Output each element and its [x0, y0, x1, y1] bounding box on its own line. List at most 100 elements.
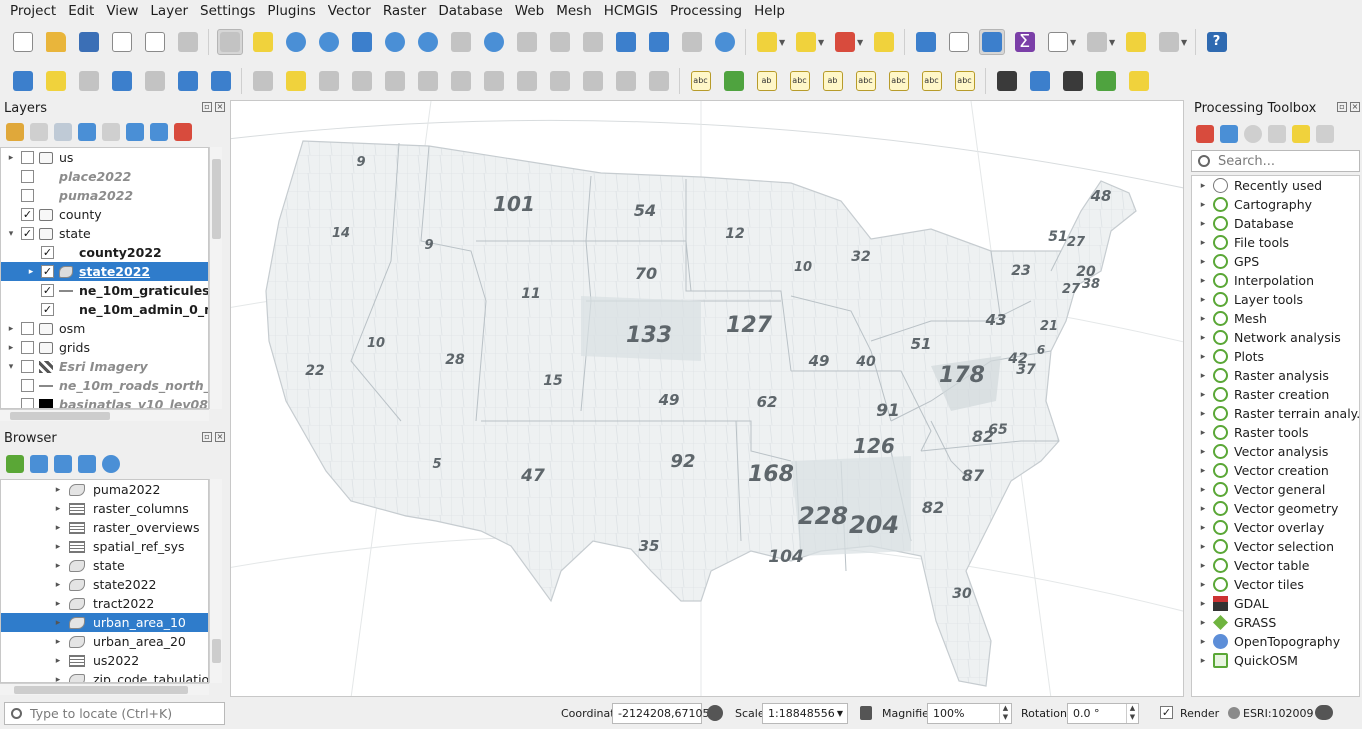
expand-arrow-icon[interactable]: ▸: [53, 504, 63, 514]
expand-arrow-icon[interactable]: ▸: [53, 561, 63, 571]
expand-arrow-icon[interactable]: ▸: [1198, 390, 1208, 400]
processing-search-input[interactable]: Search...: [1191, 150, 1360, 172]
filter-expression-icon[interactable]: [102, 123, 120, 141]
processing-group-item[interactable]: ▸ Raster tools: [1192, 423, 1359, 442]
remove-layer-icon[interactable]: [174, 123, 192, 141]
layer-item[interactable]: ▸ osm: [1, 319, 208, 338]
expand-arrow-icon[interactable]: ▸: [53, 618, 63, 628]
processing-group-item[interactable]: ▸ Interpolation: [1192, 271, 1359, 290]
layer-visibility-checkbox[interactable]: [21, 360, 34, 373]
layer-visibility-checkbox[interactable]: [21, 341, 34, 354]
chevron-down-icon[interactable]: ▼: [1070, 38, 1078, 47]
zoom-in-button[interactable]: [283, 29, 309, 55]
processing-group-item[interactable]: ▸ Recently used: [1192, 176, 1359, 195]
processing-group-item[interactable]: ▸ GRASS: [1192, 613, 1359, 632]
zoom-next-button[interactable]: [514, 29, 540, 55]
expand-arrow-icon[interactable]: ▸: [1198, 523, 1208, 533]
zoom-native-button[interactable]: [448, 29, 474, 55]
layout-manager-button[interactable]: [142, 29, 168, 55]
expand-arrow-icon[interactable]: ▾: [6, 362, 16, 372]
open-attribute-table-button[interactable]: [946, 29, 972, 55]
processing-group-item[interactable]: ▸ Raster creation: [1192, 385, 1359, 404]
redo-button[interactable]: [646, 68, 672, 94]
modify-attributes-button[interactable]: [448, 68, 474, 94]
expand-arrow-icon[interactable]: ▸: [1198, 428, 1208, 438]
layer-item[interactable]: ▾ Esri Imagery: [1, 357, 208, 376]
expand-arrow-icon[interactable]: ▸: [1198, 409, 1208, 419]
layer-visibility-checkbox[interactable]: ✓: [41, 284, 54, 297]
expand-arrow-icon[interactable]: ▸: [1198, 238, 1208, 248]
python-console-button[interactable]: [1027, 68, 1053, 94]
open-project-button[interactable]: [43, 29, 69, 55]
expand-arrow-icon[interactable]: ▸: [1198, 504, 1208, 514]
expand-arrow-icon[interactable]: ▸: [1198, 447, 1208, 457]
expand-arrow-icon[interactable]: ▸: [1198, 466, 1208, 476]
expand-arrow-icon[interactable]: ▸: [1198, 371, 1208, 381]
open-field-calculator-button[interactable]: [1045, 29, 1071, 55]
expand-arrow-icon[interactable]: ▸: [1198, 618, 1208, 628]
style-panel-icon[interactable]: [6, 123, 24, 141]
zoom-to-selection-button[interactable]: [382, 29, 408, 55]
map-tips-button[interactable]: [1123, 29, 1149, 55]
menu-layer[interactable]: Layer: [144, 0, 194, 22]
temporal-controller-button[interactable]: [679, 29, 705, 55]
expand-arrow-icon[interactable]: ▸: [1198, 257, 1208, 267]
close-icon[interactable]: ×: [1350, 102, 1360, 112]
browser-item[interactable]: ▸ urban_area_10: [1, 613, 208, 632]
new-3d-view-button[interactable]: [580, 29, 606, 55]
collapse-all-icon[interactable]: [150, 123, 168, 141]
layer-item[interactable]: basinatlas_v10_lev08_vorc: [1, 395, 208, 408]
layer-item[interactable]: ✓ ne_10m_admin_0_ma: [1, 300, 208, 319]
chevron-down-icon[interactable]: ▼: [1181, 38, 1189, 47]
new-shapefile-button[interactable]: [76, 68, 102, 94]
processing-group-item[interactable]: ▸ Cartography: [1192, 195, 1359, 214]
locator-search-input[interactable]: Type to locate (Ctrl+K): [4, 702, 225, 725]
expand-arrow-icon[interactable]: ▸: [6, 153, 16, 163]
layer-item[interactable]: ✓ county2022: [1, 243, 208, 262]
processing-group-item[interactable]: ▸ Network analysis: [1192, 328, 1359, 347]
layer-visibility-checkbox[interactable]: ✓: [41, 246, 54, 259]
map-canvas[interactable]: 9 101 54 12 48 14 9 70 10 32 51 27 23 20 27 38 11 133 127 4…: [230, 100, 1184, 697]
layer-visibility-checkbox[interactable]: [21, 398, 34, 408]
select-features-button[interactable]: [754, 29, 780, 55]
cut-features-button[interactable]: [514, 68, 540, 94]
menu-mesh[interactable]: Mesh: [550, 0, 598, 22]
coordinate-field[interactable]: -2124208,671058: [612, 703, 716, 724]
add-feature-button[interactable]: [382, 68, 408, 94]
menu-view[interactable]: View: [100, 0, 144, 22]
processing-group-item[interactable]: ▸ QuickOSM: [1192, 651, 1359, 670]
expand-arrow-icon[interactable]: ▸: [53, 637, 63, 647]
history-icon[interactable]: [1244, 125, 1262, 143]
measure-button[interactable]: [1084, 29, 1110, 55]
undo-button[interactable]: [613, 68, 639, 94]
expand-arrow-icon[interactable]: ▸: [26, 267, 36, 277]
processing-group-item[interactable]: ▸ Vector general: [1192, 480, 1359, 499]
messages-icon[interactable]: [1315, 705, 1333, 720]
zoom-full-button[interactable]: [349, 29, 375, 55]
layer-item[interactable]: ▸ us: [1, 148, 208, 167]
expand-arrow-icon[interactable]: ▸: [1198, 295, 1208, 305]
expand-arrow-icon[interactable]: ▸: [6, 343, 16, 353]
expand-arrow-icon[interactable]: ▸: [1198, 542, 1208, 552]
layer-diagram-button[interactable]: [721, 68, 747, 94]
processing-group-item[interactable]: ▸ Vector selection: [1192, 537, 1359, 556]
expand-arrow-icon[interactable]: ▸: [6, 324, 16, 334]
zoom-last-button[interactable]: [481, 29, 507, 55]
show-hide-labels-button[interactable]: abc: [853, 68, 879, 94]
move-label-button[interactable]: ab: [820, 68, 846, 94]
layer-item[interactable]: ✓ county: [1, 205, 208, 224]
layer-visibility-checkbox[interactable]: [21, 189, 34, 202]
browser-item[interactable]: ▸ urban_area_20: [1, 632, 208, 651]
expand-arrow-icon[interactable]: ▸: [1198, 580, 1208, 590]
menu-processing[interactable]: Processing: [664, 0, 748, 22]
processing-group-item[interactable]: ▸ Raster terrain analy...: [1192, 404, 1359, 423]
select-location-button[interactable]: [871, 29, 897, 55]
browser-item[interactable]: ▸ state2022: [1, 575, 208, 594]
toggle-editing-button[interactable]: [283, 68, 309, 94]
new-map-view-button[interactable]: [547, 29, 573, 55]
expand-arrow-icon[interactable]: ▸: [1198, 637, 1208, 647]
identify-features-button[interactable]: [913, 29, 939, 55]
processing-group-item[interactable]: ▸ Plots: [1192, 347, 1359, 366]
map-svg[interactable]: 9101 54124814970 103251 2723 2027 3811133 127 4…: [231, 101, 1184, 697]
layer-labeling-button[interactable]: abc: [688, 68, 714, 94]
